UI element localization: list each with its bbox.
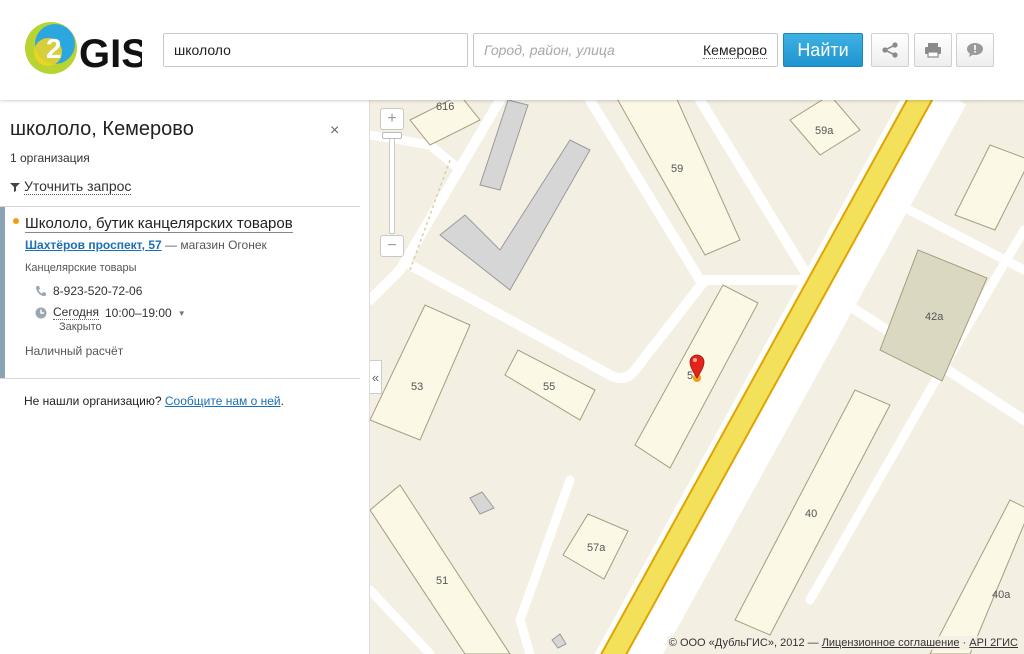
org-name-link[interactable]: Школоло, бутик канцелярских товаров [25, 215, 293, 233]
close-results-button[interactable]: × [330, 122, 339, 140]
filter-icon [10, 183, 20, 192]
svg-text:2: 2 [46, 33, 62, 64]
zoom-control[interactable]: + − [380, 108, 404, 258]
org-phone: 8-923-520-72-06 [35, 284, 142, 298]
org-address-note: — магазин Огонек [161, 238, 267, 252]
api-link[interactable]: API 2ГИС [969, 637, 1018, 649]
org-card[interactable]: Школоло, бутик канцелярских товаров Шахт… [0, 207, 360, 378]
divider [0, 378, 360, 379]
results-panel: школоло, Кемерово × 1 организация Уточни… [0, 100, 370, 654]
building-label: 42а [925, 311, 944, 323]
print-icon [925, 43, 941, 58]
building-label: 59а [815, 125, 834, 137]
clock-icon [35, 307, 47, 319]
chevron-down-icon[interactable]: ▼ [178, 309, 186, 318]
comment-icon [967, 43, 983, 57]
place-input[interactable] [474, 34, 684, 66]
refine-query-link[interactable]: Уточнить запрос [10, 178, 132, 195]
building-label: 55 [543, 381, 555, 393]
building-label: 53 [411, 381, 423, 393]
not-found-end: . [280, 394, 284, 408]
results-count: 1 организация [10, 151, 90, 165]
feedback-button[interactable] [956, 33, 994, 67]
svg-text:GIS: GIS [79, 32, 142, 76]
refine-query-label: Уточнить запрос [24, 178, 132, 195]
org-hours[interactable]: Сегодня 10:00–19:00 ▼ [35, 306, 186, 320]
building-label: 57а [587, 542, 606, 554]
share-button[interactable] [871, 33, 909, 67]
org-hours-day[interactable]: Сегодня [53, 306, 99, 320]
org-category: Канцелярские товары [25, 262, 137, 274]
zoom-slider-track[interactable] [389, 132, 395, 234]
place-field[interactable]: Кемерово [473, 33, 778, 67]
print-button[interactable] [914, 33, 952, 67]
header: 2 GIS Кемерово Найти [0, 0, 1024, 100]
share-icon [882, 42, 898, 58]
org-phone-number[interactable]: 8-923-520-72-06 [53, 284, 142, 298]
copyright-separator: · [959, 637, 970, 649]
building-label: 40 [805, 508, 817, 520]
2gis-logo[interactable]: 2 GIS [24, 20, 148, 76]
org-address: Шахтёров проспект, 57 — магазин Огонек [25, 238, 267, 252]
collapse-panel-button[interactable]: « [370, 360, 382, 394]
zoom-out-button[interactable]: − [380, 235, 404, 257]
results-title: школоло, Кемерово [10, 118, 194, 140]
org-payment: Наличный расчёт [25, 344, 124, 358]
report-org-link[interactable]: Сообщите нам о ней [165, 394, 281, 408]
org-status: Закрыто [59, 321, 102, 333]
phone-icon [36, 286, 46, 297]
search-input[interactable] [163, 33, 468, 67]
not-found-note: Не нашли организацию? Сообщите нам о ней… [24, 394, 284, 408]
building-label: 51 [436, 575, 448, 587]
license-link[interactable]: Лицензионное соглашение [822, 637, 960, 649]
map[interactable]: 616 59 59а 42а 53 55 57 57а 51 40 40а [370, 100, 1024, 654]
org-marker-dot [13, 218, 19, 224]
map-copyright: © ООО «ДубльГИС», 2012 — Лицензионное со… [666, 636, 1020, 650]
zoom-slider-thumb[interactable] [382, 132, 402, 139]
city-selector[interactable]: Кемерово [703, 42, 767, 59]
building-label: 616 [436, 101, 454, 113]
not-found-text: Не нашли организацию? [24, 394, 165, 408]
org-address-link[interactable]: Шахтёров проспект, 57 [25, 238, 162, 252]
map-canvas[interactable]: 616 59 59а 42а 53 55 57 57а 51 40 40а [370, 100, 1024, 654]
building-label: 59 [671, 163, 683, 175]
find-button[interactable]: Найти [783, 33, 863, 67]
zoom-in-button[interactable]: + [380, 108, 404, 130]
copyright-text: © ООО «ДубльГИС», 2012 — [668, 637, 822, 649]
org-hours-value: 10:00–19:00 [105, 306, 172, 320]
building-label: 40а [992, 589, 1011, 601]
